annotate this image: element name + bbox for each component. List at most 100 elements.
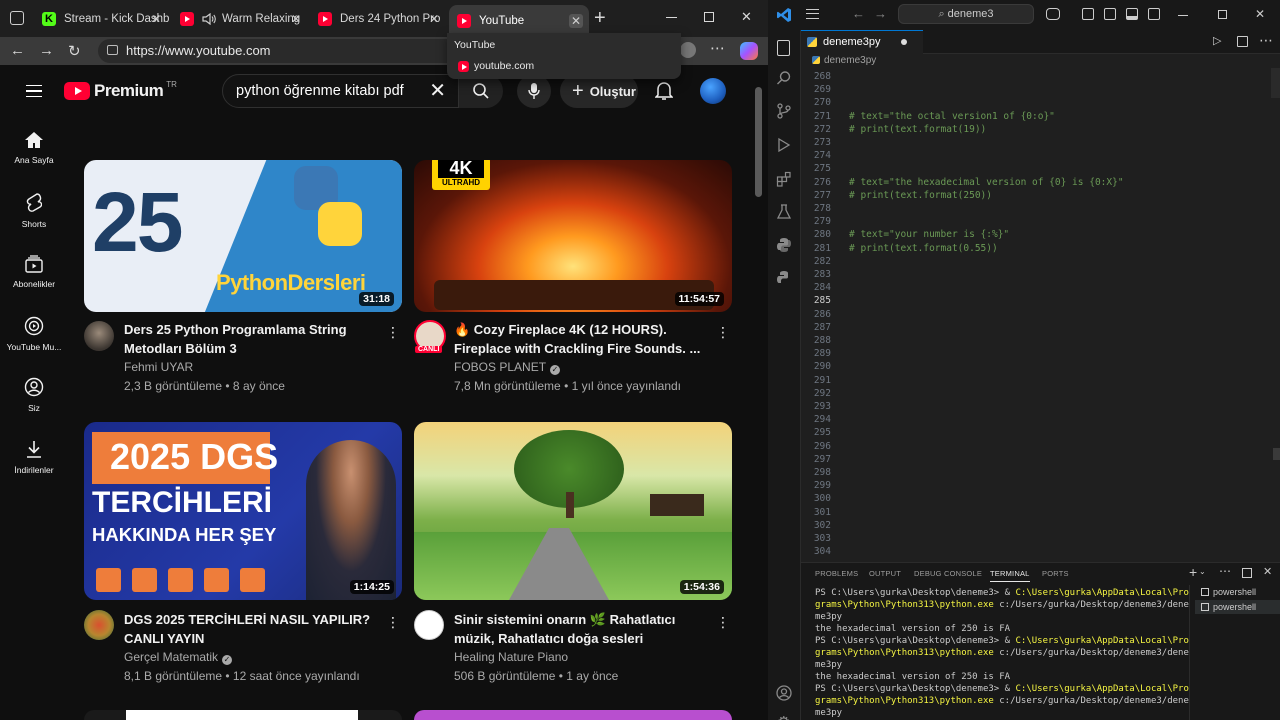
video-title[interactable]: Sinir sistemini onarın 🌿 Rahatlatıcı müz…: [454, 610, 712, 648]
source-control-icon[interactable]: [776, 103, 792, 119]
code-line[interactable]: 300: [801, 492, 1271, 505]
testing-icon[interactable]: [776, 204, 792, 220]
code-line[interactable]: 292: [801, 387, 1271, 400]
account-icon[interactable]: [776, 685, 792, 701]
panel-tab-terminal[interactable]: TERMINAL: [990, 569, 1030, 582]
back-icon[interactable]: ←: [852, 6, 865, 21]
video-thumbnail-partial[interactable]: [84, 710, 402, 720]
more-actions-icon[interactable]: ⋯: [1259, 32, 1273, 49]
forward-icon[interactable]: →: [39, 42, 54, 59]
more-actions-icon[interactable]: ⋯: [1219, 564, 1231, 578]
channel-name[interactable]: Fehmi UYAR: [124, 360, 193, 374]
nav-subscriptions[interactable]: Abonelikler: [0, 255, 68, 289]
code-line[interactable]: 276 # text="the hexadecimal version of {0…: [801, 176, 1271, 189]
close-icon[interactable]: ✕: [149, 12, 163, 26]
new-terminal-icon[interactable]: +: [1189, 564, 1197, 580]
code-line[interactable]: 275: [801, 162, 1271, 175]
panel-tab-problems[interactable]: PROBLEMS: [815, 569, 858, 578]
nav-shorts[interactable]: Shorts: [0, 193, 68, 229]
code-line[interactable]: 271 # text="the octal version1 of {0:o}": [801, 110, 1271, 123]
channel-name[interactable]: FOBOS PLANET ✓: [454, 360, 561, 375]
terminal-instance[interactable]: powershell: [1195, 600, 1280, 614]
video-thumbnail[interactable]: 1:54:36: [414, 422, 732, 600]
video-card[interactable]: 25 PythonDersleri 31:18 Ders 25 Python P…: [84, 160, 402, 400]
close-window-button[interactable]: ✕: [741, 9, 752, 25]
create-button[interactable]: + Oluştur: [560, 74, 638, 108]
code-line[interactable]: 278: [801, 202, 1271, 215]
audio-icon[interactable]: [202, 13, 216, 25]
editor-scrollbar[interactable]: [1271, 68, 1280, 560]
code-line[interactable]: 299: [801, 479, 1271, 492]
run-debug-icon[interactable]: [776, 137, 792, 153]
code-line[interactable]: 288: [801, 334, 1271, 347]
tab-actions-icon[interactable]: [10, 11, 24, 25]
voice-search-button[interactable]: [517, 74, 551, 108]
maximize-button[interactable]: [1218, 10, 1227, 19]
breadcrumb[interactable]: deneme3py: [812, 55, 876, 66]
code-line[interactable]: 272 # print(text.format(19)): [801, 123, 1271, 136]
code-line[interactable]: 301: [801, 506, 1271, 519]
more-actions-icon[interactable]: ⋮: [716, 612, 730, 632]
tab-kick[interactable]: K Stream - Kick Dashbo ✕: [34, 6, 169, 32]
code-line[interactable]: 270: [801, 96, 1271, 109]
site-info-icon[interactable]: [107, 45, 118, 55]
maximize-panel-icon[interactable]: [1242, 568, 1252, 578]
video-title[interactable]: 🔥 Cozy Fireplace 4K (12 HOURS). Fireplac…: [454, 320, 712, 358]
code-line[interactable]: 274: [801, 149, 1271, 162]
page-scrollbar[interactable]: [752, 65, 768, 720]
manage-gear-icon[interactable]: ⚙: [777, 713, 790, 720]
search-input[interactable]: python öğrenme kitabı pdf ✕: [222, 74, 459, 108]
terminal-instance[interactable]: powershell: [1195, 585, 1280, 599]
maximize-button[interactable]: [704, 12, 714, 22]
video-card[interactable]: 4K ULTRAHD 11:54:57 CANLI 🔥 Cozy Firepla…: [414, 160, 732, 400]
panel-tab-output[interactable]: OUTPUT: [869, 569, 901, 578]
panel-tab-ports[interactable]: PORTS: [1042, 569, 1069, 578]
more-actions-icon[interactable]: ⋮: [716, 322, 730, 342]
code-line[interactable]: 282: [801, 255, 1271, 268]
python-icon[interactable]: [776, 237, 792, 253]
panel-tab-debug-console[interactable]: DEBUG CONSOLE: [914, 569, 982, 578]
channel-avatar[interactable]: [84, 321, 114, 351]
channel-avatar[interactable]: [84, 610, 114, 640]
code-line[interactable]: 269: [801, 83, 1271, 96]
close-icon[interactable]: ✕: [569, 14, 583, 28]
unsaved-dot-icon[interactable]: [901, 39, 907, 45]
nav-home[interactable]: Ana Sayfa: [0, 131, 68, 165]
code-line[interactable]: 293: [801, 400, 1271, 413]
code-line[interactable]: 285: [801, 294, 1271, 307]
code-line[interactable]: 280 # text="your number is {:%}": [801, 228, 1271, 241]
python-environments-icon[interactable]: [776, 270, 792, 286]
code-line[interactable]: 297: [801, 453, 1271, 466]
nav-youtube-music[interactable]: YouTube Mu...: [0, 316, 68, 352]
code-line[interactable]: 287: [801, 321, 1271, 334]
close-window-button[interactable]: ✕: [1255, 7, 1265, 21]
code-editor[interactable]: 268 269 270 271 # text="the octal version1 o…: [801, 68, 1280, 560]
scrollbar-thumb[interactable]: [1273, 448, 1280, 460]
code-line[interactable]: 289: [801, 347, 1271, 360]
toggle-secondary-sidebar-icon[interactable]: [1104, 8, 1116, 20]
command-center-search[interactable]: ⌕ deneme3: [898, 4, 1034, 24]
code-line[interactable]: 298: [801, 466, 1271, 479]
channel-name[interactable]: Gerçel Matematik ✓: [124, 650, 233, 665]
nav-downloads[interactable]: İndirilenler: [0, 439, 68, 475]
toggle-panel-icon[interactable]: [1126, 8, 1138, 20]
menu-icon[interactable]: [26, 85, 42, 97]
code-line[interactable]: 304: [801, 545, 1271, 558]
account-avatar[interactable]: [700, 78, 726, 104]
code-line[interactable]: 296: [801, 440, 1271, 453]
clear-search-icon[interactable]: ✕: [429, 75, 446, 107]
editor-tab-deneme3py[interactable]: deneme3py: [801, 30, 923, 54]
notifications-button[interactable]: [655, 81, 673, 101]
chevron-down-icon[interactable]: ⌄: [1199, 567, 1206, 576]
code-line[interactable]: 283: [801, 268, 1271, 281]
tab-warm-relaxing[interactable]: Warm Relaxing ✕: [172, 6, 309, 32]
code-line[interactable]: 290: [801, 360, 1271, 373]
customize-layout-icon[interactable]: [1148, 8, 1160, 20]
menu-icon[interactable]: [806, 9, 819, 19]
code-line[interactable]: 268: [801, 70, 1271, 83]
close-icon[interactable]: ✕: [427, 12, 441, 26]
channel-avatar[interactable]: [414, 610, 444, 640]
more-menu-icon[interactable]: ⋯: [710, 39, 725, 57]
extensions-icon[interactable]: [776, 171, 792, 187]
split-editor-icon[interactable]: [1237, 36, 1248, 47]
